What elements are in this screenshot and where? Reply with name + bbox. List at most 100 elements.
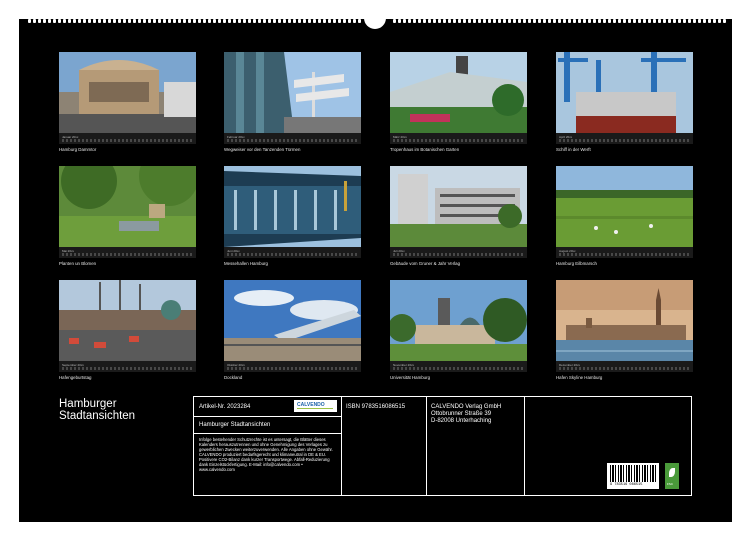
binding-ring	[678, 19, 681, 23]
binding-ring	[398, 19, 401, 23]
binding-ring	[573, 19, 576, 23]
binding-ring	[213, 19, 216, 23]
photo-hafengeburtstag	[59, 280, 196, 361]
binding-ring	[328, 19, 331, 23]
binding-ring	[338, 19, 341, 23]
binding-ring	[168, 19, 171, 23]
date-strip: April 20xx	[556, 133, 693, 144]
legal-notice: Infolge bestehender Schutzrechte ist es …	[199, 437, 333, 472]
binding-ring	[568, 19, 571, 23]
binding-ring	[428, 19, 431, 23]
photo-caption: Hamburg Dammtor	[59, 147, 97, 152]
binding-ring	[358, 19, 361, 23]
date-strip: August 20xx	[556, 247, 693, 258]
binding-ring	[413, 19, 416, 23]
binding-ring	[443, 19, 446, 23]
binding-ring	[393, 19, 396, 23]
fsc-label: FSC	[667, 482, 673, 486]
photo-caption: Dockland	[224, 375, 243, 380]
binding-ring	[123, 19, 126, 23]
binding-ring	[603, 19, 606, 23]
binding-ring	[203, 19, 206, 23]
title-line-1: Hamburger	[59, 398, 117, 410]
binding-ring	[348, 19, 351, 23]
binding-ring	[668, 19, 671, 23]
binding-ring	[93, 19, 96, 23]
barcode-digits: 9 783516 086515	[610, 483, 643, 487]
publisher-street: Ottobrunner Straße 39	[431, 411, 492, 417]
binding-ring	[543, 19, 546, 23]
binding-ring	[458, 19, 461, 23]
binding-ring	[88, 19, 91, 23]
binding-ring	[188, 19, 191, 23]
date-strip: Januar 20xx	[59, 133, 196, 144]
binding-ring	[663, 19, 666, 23]
binding-ring	[633, 19, 636, 23]
binding-ring	[33, 19, 36, 23]
binding-ring	[593, 19, 596, 23]
binding-ring	[438, 19, 441, 23]
binding-ring	[588, 19, 591, 23]
binding-ring	[108, 19, 111, 23]
binding-ring	[718, 19, 721, 23]
binding-ring	[713, 19, 716, 23]
binding-ring	[143, 19, 146, 23]
binding-ring	[493, 19, 496, 23]
photo-dockland	[224, 280, 361, 361]
binding-ring	[63, 19, 66, 23]
binding-ring	[288, 19, 291, 23]
binding-ring	[518, 19, 521, 23]
binding-ring	[688, 19, 691, 23]
binding-ring	[198, 19, 201, 23]
calvendo-logo: CALVENDO	[294, 400, 337, 412]
date-strip: Februar 20xx	[224, 133, 361, 144]
binding-ring	[278, 19, 281, 23]
photo-caption: Wegweiser vor den Tanzenden Türmen	[224, 147, 301, 152]
binding-ring	[163, 19, 166, 23]
binding-ring	[533, 19, 536, 23]
date-strip: Mai 20xx	[59, 247, 196, 258]
binding-ring	[628, 19, 631, 23]
date-strip: März 20xx	[390, 133, 527, 144]
date-strip: November 20xx	[390, 361, 527, 372]
binding-ring	[638, 19, 641, 23]
photo-caption: Tropenhaus im Botanischen Garten	[390, 147, 460, 152]
photo-tropenhaus	[390, 52, 527, 133]
binding-ring	[43, 19, 46, 23]
publisher-city: D-82008 Unterhaching	[431, 418, 492, 424]
photo-universitaet	[390, 280, 527, 361]
binding-ring	[448, 19, 451, 23]
binding-ring	[548, 19, 551, 23]
binding-ring	[253, 19, 256, 23]
binding-ring	[353, 19, 356, 23]
binding-ring	[643, 19, 646, 23]
binding-ring	[613, 19, 616, 23]
binding-ring	[513, 19, 516, 23]
photo-hafen-skyline	[556, 280, 693, 361]
photo-dammtor	[59, 52, 196, 133]
binding-ring	[73, 19, 76, 23]
binding-ring	[113, 19, 116, 23]
binding-ring	[463, 19, 466, 23]
binding-ring	[208, 19, 211, 23]
binding-ring	[78, 19, 81, 23]
photo-gruner-jahr	[390, 166, 527, 247]
binding-ring	[503, 19, 506, 23]
binding-ring	[83, 19, 86, 23]
binding-ring	[648, 19, 651, 23]
binding-ring	[478, 19, 481, 23]
binding-ring	[303, 19, 306, 23]
binding-ring	[218, 19, 221, 23]
binding-ring	[193, 19, 196, 23]
calendar-title: Hamburger Stadtansichten	[59, 398, 135, 422]
photo-caption: Schiff in der Werft	[556, 147, 591, 152]
binding-ring	[578, 19, 581, 23]
binding-ring	[418, 19, 421, 23]
binding-ring	[673, 19, 676, 23]
binding-ring	[523, 19, 526, 23]
binding-ring	[118, 19, 121, 23]
binding-ring	[58, 19, 61, 23]
binding-ring	[583, 19, 586, 23]
binding-ring	[183, 19, 186, 23]
binding-ring	[483, 19, 486, 23]
